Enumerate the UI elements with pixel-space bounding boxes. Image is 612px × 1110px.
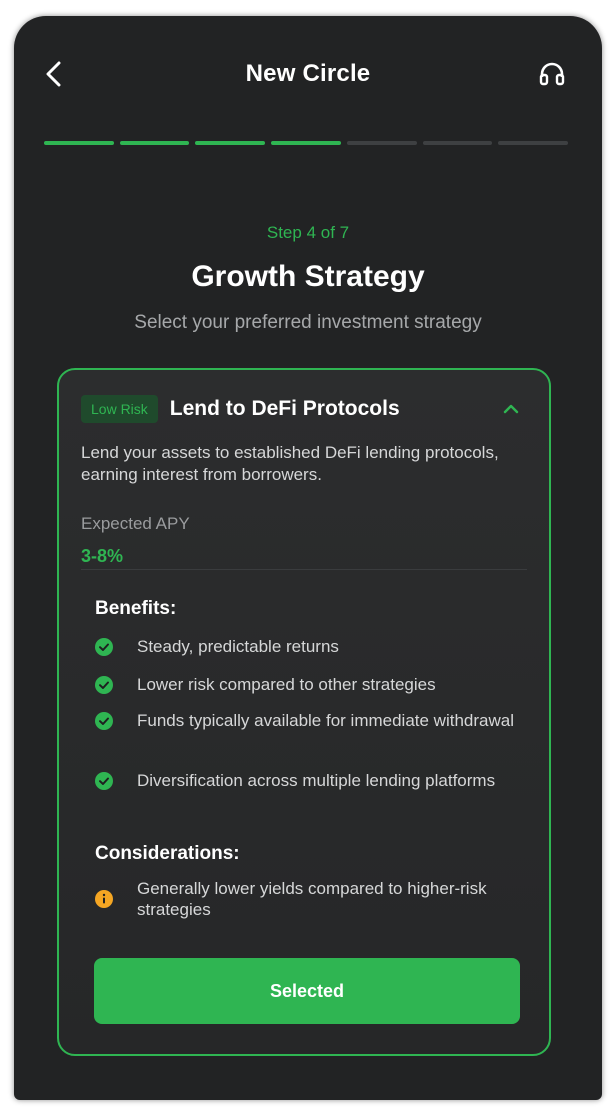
benefit-item: Lower risk compared to other strategies: [95, 674, 515, 695]
check-circle-icon: [95, 771, 113, 790]
progress-segment: [346, 141, 417, 145]
progress-segment: [119, 141, 190, 145]
risk-badge: Low Risk: [81, 395, 158, 423]
header: New Circle: [14, 16, 602, 136]
section-subheading: Select your preferred investment strateg…: [134, 312, 482, 333]
selected-button[interactable]: Selected: [94, 958, 520, 1024]
check-circle-icon: [95, 637, 113, 656]
benefit-text: Diversification across multiple lending …: [137, 771, 496, 790]
step-progress-bar: [44, 141, 569, 146]
apy-value: 3-8%: [81, 546, 124, 566]
strategy-description: Lend your assets to established DeFi len…: [81, 443, 499, 484]
progress-segment: [44, 141, 114, 145]
divider: [81, 569, 527, 570]
support-button[interactable]: [534, 56, 570, 92]
headset-icon: [539, 62, 565, 86]
app-screen: New Circle Step 4 of 7 Growth Strategy S…: [14, 16, 602, 1100]
benefit-text: Funds typically available for immediate …: [137, 711, 514, 730]
strategy-card[interactable]: Low Risk Lend to DeFi Protocols Lend you…: [57, 368, 551, 1056]
step-indicator: Step 4 of 7: [266, 223, 350, 242]
benefit-item: Steady, predictable returns: [95, 636, 515, 657]
progress-segment: [422, 141, 493, 145]
benefit-text: Steady, predictable returns: [137, 637, 339, 656]
considerations-title: Considerations:: [95, 843, 240, 864]
progress-segment: [498, 141, 569, 145]
page-title: New Circle: [245, 60, 371, 87]
strategy-title: Lend to DeFi Protocols: [169, 397, 400, 420]
check-circle-icon: [95, 711, 113, 730]
info-warning-icon: [95, 890, 113, 908]
progress-segment: [271, 141, 341, 145]
benefit-item: Diversification across multiple lending …: [95, 770, 515, 791]
progress-segment: [195, 141, 266, 145]
section-heading: Growth Strategy: [191, 260, 425, 293]
benefit-item: Funds typically available for immediate …: [95, 710, 515, 731]
consideration-item: Generally lower yields compared to highe…: [95, 878, 515, 920]
chevron-up-icon[interactable]: [501, 399, 521, 419]
apy-label: Expected APY: [81, 514, 190, 533]
check-circle-icon: [95, 675, 113, 694]
benefits-title: Benefits:: [95, 598, 177, 619]
consideration-text: Generally lower yields compared to highe…: [137, 879, 487, 919]
strategy-card-header[interactable]: Low Risk Lend to DeFi Protocols: [81, 392, 527, 426]
benefit-text: Lower risk compared to other strategies: [137, 675, 436, 694]
